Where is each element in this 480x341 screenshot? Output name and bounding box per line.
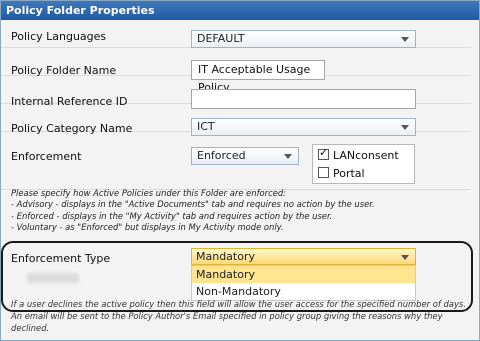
help-line: - Enforced - displays in the "My Activit… — [11, 210, 333, 221]
row-policy-languages: Policy Languages DEFAULT — [1, 20, 471, 48]
row-policy-category-name: Policy Category Name ICT — [1, 104, 471, 136]
policy-folder-properties-dialog: Policy Folder Properties Policy Language… — [0, 0, 480, 341]
chevron-down-icon — [401, 255, 409, 260]
note-line: If a user declines the active policy the… — [11, 299, 466, 309]
enforcement-type-value: Mandatory — [196, 250, 256, 263]
help-line: - Advisory - displays in the "Active Doc… — [11, 199, 375, 210]
enforcement-label: Enforcement — [11, 150, 82, 163]
dialog-title: Policy Folder Properties — [1, 1, 479, 20]
help-line: - Voluntary - as "Enforced" but displays… — [11, 222, 284, 233]
row-policy-folder-name: Policy Folder Name IT Acceptable Usage P… — [1, 48, 471, 94]
note-line: declined. — [11, 323, 50, 333]
option-mandatory[interactable]: Mandatory — [192, 266, 415, 283]
enforcement-channels: ✓ LANconsent Portal — [312, 144, 415, 184]
checkbox-unchecked-icon — [318, 167, 329, 178]
chevron-down-icon — [401, 125, 409, 130]
blurred-field-label — [27, 273, 79, 283]
note-line: An email will be sent to the Policy Auth… — [11, 311, 443, 321]
row-internal-reference-id: Internal Reference ID — [1, 76, 471, 109]
form-panel: Policy Languages DEFAULT Policy Folder N… — [1, 20, 479, 340]
portal-checkbox[interactable]: Portal — [318, 167, 365, 180]
policy-languages-label: Policy Languages — [11, 30, 107, 43]
enforcement-help-text: Please specify how Active Policies under… — [11, 188, 471, 234]
policy-languages-select[interactable]: DEFAULT — [191, 30, 416, 48]
enforcement-select[interactable]: Enforced — [191, 147, 299, 165]
policy-languages-value: DEFAULT — [197, 32, 245, 45]
lanconsent-label: LANconsent — [333, 149, 399, 162]
enforcement-type-select[interactable]: Mandatory — [191, 248, 416, 265]
help-line: Please specify how Active Policies under… — [11, 188, 287, 198]
lanconsent-checkbox[interactable]: ✓ LANconsent — [318, 146, 399, 162]
portal-label: Portal — [333, 167, 365, 180]
chevron-down-icon — [401, 37, 409, 42]
enforcement-value: Enforced — [197, 149, 246, 162]
chevron-down-icon — [284, 154, 292, 159]
decline-note: If a user declines the active policy the… — [11, 298, 471, 334]
enforcement-type-options: Mandatory Non-Mandatory — [191, 265, 416, 301]
enforcement-type-label: Enforcement Type — [11, 252, 111, 265]
checkbox-checked-icon: ✓ — [318, 146, 329, 160]
